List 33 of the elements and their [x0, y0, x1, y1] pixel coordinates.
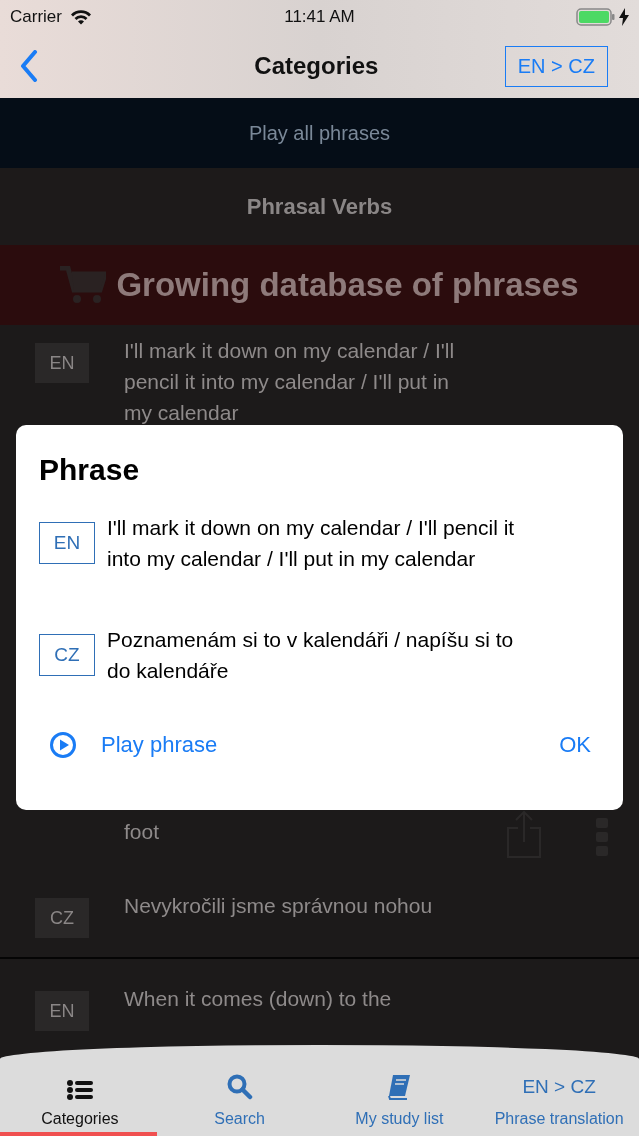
phrase-text: foot [124, 819, 161, 845]
wifi-icon [69, 9, 92, 25]
play-icon [49, 731, 77, 759]
play-all-label[interactable]: Play all phrases [248, 121, 391, 145]
category-title: Phrasal Verbs [246, 193, 393, 220]
language-badge: CZ [39, 634, 95, 676]
charging-icon [619, 8, 629, 26]
list-icon [66, 1080, 93, 1100]
language-button[interactable]: EN > CZ [504, 45, 608, 87]
search-icon [226, 1074, 253, 1100]
clock-time: 11:41 AM [284, 7, 355, 27]
language-badge: EN [35, 991, 89, 1031]
back-icon[interactable] [20, 50, 38, 82]
dialog-title: Phrase [39, 453, 141, 487]
tab-item[interactable]: Categories [0, 1045, 160, 1136]
phrase-text: When it comes (down) to the [124, 986, 393, 1012]
tab-item[interactable]: EN > CZ Phrase translation [479, 1045, 639, 1136]
language-badge: EN [35, 343, 89, 383]
phrase-text: Nevykročili jsme správnou nohou [124, 893, 434, 919]
ok-button[interactable]: OK [551, 728, 599, 762]
language-badge: EN [39, 522, 95, 564]
tab-item[interactable]: Search [159, 1045, 320, 1136]
play-phrase-button[interactable]: Play phrase [39, 727, 228, 763]
screen-title: Categories [254, 52, 379, 80]
tab-item[interactable]: My study list [319, 1045, 480, 1136]
phrase-text: I'll mark it down on my calendar / I'll pencil it into my calendar / I'll put in my calendar [124, 338, 456, 426]
carrier-name: Carrier [10, 7, 62, 27]
share-icon[interactable] [506, 810, 542, 858]
book-icon [387, 1074, 412, 1100]
battery-icon [576, 8, 616, 26]
language-badge: CZ [35, 898, 89, 938]
phrase-text: Poznamenám si to v kalendáři / napíšu si to do kalendáře [107, 627, 515, 684]
phrase-text: I'll mark it down on my calendar / I'll pencil it into my calendar / I'll put in my calendar [107, 515, 516, 572]
